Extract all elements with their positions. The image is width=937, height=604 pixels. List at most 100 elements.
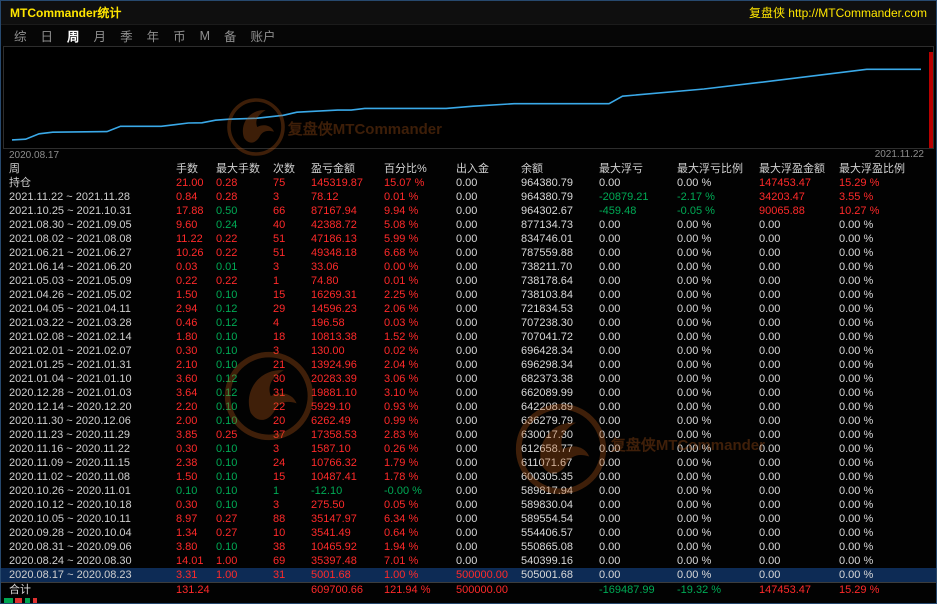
table-row[interactable]: 2021.11.22 ~ 2021.11.280.840.28378.120.0… bbox=[1, 190, 936, 204]
column-header[interactable]: 最大浮亏比例 bbox=[677, 162, 759, 176]
cell: 3541.49 bbox=[311, 526, 384, 540]
cell: 90065.88 bbox=[759, 204, 839, 218]
cell: 0.00 bbox=[456, 316, 521, 330]
cell: 2.94 bbox=[176, 302, 216, 316]
week-range: 2020.11.09 ~ 2020.11.15 bbox=[9, 456, 176, 470]
cell: 554406.57 bbox=[521, 526, 599, 540]
column-header[interactable]: 手数 bbox=[176, 162, 216, 176]
cell: 707238.30 bbox=[521, 316, 599, 330]
table-row[interactable]: 2020.11.30 ~ 2020.12.062.000.10206262.49… bbox=[1, 414, 936, 428]
table-row[interactable]: 2021.10.25 ~ 2021.10.3117.880.506687167.… bbox=[1, 204, 936, 218]
menu-item-日[interactable]: 日 bbox=[38, 25, 57, 46]
column-header[interactable]: 最大手数 bbox=[216, 162, 273, 176]
cell: 0.00 % bbox=[677, 218, 759, 232]
cell: 275.50 bbox=[311, 498, 384, 512]
table-row[interactable]: 2021.08.30 ~ 2021.09.059.600.244042388.7… bbox=[1, 218, 936, 232]
column-header[interactable]: 次数 bbox=[273, 162, 311, 176]
table-body: 持仓21.000.2875145319.8715.07 %0.00964380.… bbox=[1, 176, 936, 582]
column-header[interactable]: 百分比% bbox=[384, 162, 456, 176]
cell: 0.00 bbox=[456, 414, 521, 428]
table-row[interactable]: 2020.10.26 ~ 2020.11.010.100.101-12.10-0… bbox=[1, 484, 936, 498]
cell: 600305.35 bbox=[521, 470, 599, 484]
cell: 0.00 bbox=[759, 344, 839, 358]
menu-item-账户[interactable]: 账户 bbox=[248, 25, 279, 46]
cell: 0.00 bbox=[759, 218, 839, 232]
week-range: 2021.04.05 ~ 2021.04.11 bbox=[9, 302, 176, 316]
table-row[interactable]: 2021.06.14 ~ 2021.06.200.030.01333.060.0… bbox=[1, 260, 936, 274]
mini-bar bbox=[33, 598, 37, 603]
table-row[interactable]: 2021.06.21 ~ 2021.06.2710.260.225149348.… bbox=[1, 246, 936, 260]
menu-item-M[interactable]: M bbox=[197, 28, 213, 44]
table-row[interactable]: 2020.11.16 ~ 2020.11.220.300.1031587.100… bbox=[1, 442, 936, 456]
table-row[interactable]: 2020.11.23 ~ 2020.11.293.850.253717358.5… bbox=[1, 428, 936, 442]
table-row[interactable]: 2020.08.17 ~ 2020.08.233.311.00315001.68… bbox=[1, 568, 936, 582]
column-header[interactable]: 最大浮亏 bbox=[599, 162, 677, 176]
cell: 0.00 bbox=[759, 442, 839, 456]
table-row[interactable]: 2020.11.09 ~ 2020.11.152.380.102410766.3… bbox=[1, 456, 936, 470]
cell: 0.00 bbox=[759, 302, 839, 316]
table-row[interactable]: 持仓21.000.2875145319.8715.07 %0.00964380.… bbox=[1, 176, 936, 190]
table-row[interactable]: 2021.02.01 ~ 2021.02.070.300.103130.000.… bbox=[1, 344, 936, 358]
menu-item-月[interactable]: 月 bbox=[91, 25, 110, 46]
menu-item-季[interactable]: 季 bbox=[117, 25, 136, 46]
cell: 38 bbox=[273, 540, 311, 554]
table-row[interactable]: 2021.01.25 ~ 2021.01.312.100.102113924.9… bbox=[1, 358, 936, 372]
week-range: 2020.12.14 ~ 2020.12.20 bbox=[9, 400, 176, 414]
cell: 0.00 bbox=[599, 246, 677, 260]
table-row[interactable]: 2020.08.24 ~ 2020.08.3014.011.006935397.… bbox=[1, 554, 936, 568]
column-header[interactable]: 最大浮盈金额 bbox=[759, 162, 839, 176]
menu-item-综[interactable]: 综 bbox=[11, 25, 30, 46]
table-row[interactable]: 2020.12.14 ~ 2020.12.202.200.10225929.10… bbox=[1, 400, 936, 414]
cell: 0.12 bbox=[216, 302, 273, 316]
column-header[interactable]: 余额 bbox=[521, 162, 599, 176]
cell: 0.00 % bbox=[677, 470, 759, 484]
menu-item-备[interactable]: 备 bbox=[221, 25, 240, 46]
table-row[interactable]: 2020.11.02 ~ 2020.11.081.500.101510487.4… bbox=[1, 470, 936, 484]
cell: 2.38 bbox=[176, 456, 216, 470]
cell: 0.00 bbox=[456, 274, 521, 288]
cell: 10766.32 bbox=[311, 456, 384, 470]
table-row[interactable]: 2021.03.22 ~ 2021.03.280.460.124196.580.… bbox=[1, 316, 936, 330]
cell: 0.00 % bbox=[839, 288, 936, 302]
equity-chart[interactable] bbox=[3, 46, 934, 149]
cell: 0.00 bbox=[599, 484, 677, 498]
cell: 0.00 bbox=[759, 512, 839, 526]
cell: 0.00 % bbox=[677, 176, 759, 190]
table-row[interactable]: 2021.08.02 ~ 2021.08.0811.220.225147186.… bbox=[1, 232, 936, 246]
cell: 1.00 bbox=[216, 554, 273, 568]
table-row[interactable]: 2021.04.26 ~ 2021.05.021.500.101516269.3… bbox=[1, 288, 936, 302]
brand-link[interactable]: 复盘侠 http://MTCommander.com bbox=[749, 4, 927, 21]
cell: 22 bbox=[273, 400, 311, 414]
cell: 2.83 % bbox=[384, 428, 456, 442]
cell: 10813.38 bbox=[311, 330, 384, 344]
column-header[interactable]: 出入金 bbox=[456, 162, 521, 176]
table-row[interactable]: 2021.05.03 ~ 2021.05.090.220.22174.800.0… bbox=[1, 274, 936, 288]
mini-bar bbox=[4, 598, 13, 603]
cell: 0.99 % bbox=[384, 414, 456, 428]
cell: 196.58 bbox=[311, 316, 384, 330]
cell: 14596.23 bbox=[311, 302, 384, 316]
table-row[interactable]: 2021.01.04 ~ 2021.01.103.600.123020283.3… bbox=[1, 372, 936, 386]
column-header[interactable]: 盈亏金额 bbox=[311, 162, 384, 176]
table-row[interactable]: 2021.04.05 ~ 2021.04.112.940.122914596.2… bbox=[1, 302, 936, 316]
menu-item-周[interactable]: 周 bbox=[64, 25, 83, 46]
cell: 10.27 % bbox=[839, 204, 936, 218]
cell: 0.00 % bbox=[677, 344, 759, 358]
table-row[interactable]: 2021.02.08 ~ 2021.02.141.800.101810813.3… bbox=[1, 330, 936, 344]
cell: 1.80 bbox=[176, 330, 216, 344]
table-row[interactable]: 2020.10.12 ~ 2020.10.180.300.103275.500.… bbox=[1, 498, 936, 512]
menu-item-币[interactable]: 币 bbox=[170, 25, 189, 46]
table-row[interactable]: 2020.12.28 ~ 2021.01.033.640.123119881.1… bbox=[1, 386, 936, 400]
table-row[interactable]: 2020.09.28 ~ 2020.10.041.340.27103541.49… bbox=[1, 526, 936, 540]
week-range: 2021.10.25 ~ 2021.10.31 bbox=[9, 204, 176, 218]
cell: 0.10 bbox=[216, 344, 273, 358]
table-row[interactable]: 2020.10.05 ~ 2020.10.118.970.278835147.9… bbox=[1, 512, 936, 526]
cell: 2.25 % bbox=[384, 288, 456, 302]
column-header[interactable]: 最大浮盈比例 bbox=[839, 162, 936, 176]
cell: 1.79 % bbox=[384, 456, 456, 470]
table-row[interactable]: 2020.08.31 ~ 2020.09.063.800.103810465.9… bbox=[1, 540, 936, 554]
column-header[interactable]: 周 bbox=[9, 162, 176, 176]
cell: 121.94 % bbox=[384, 583, 456, 597]
cell: -459.48 bbox=[599, 204, 677, 218]
menu-item-年[interactable]: 年 bbox=[144, 25, 163, 46]
